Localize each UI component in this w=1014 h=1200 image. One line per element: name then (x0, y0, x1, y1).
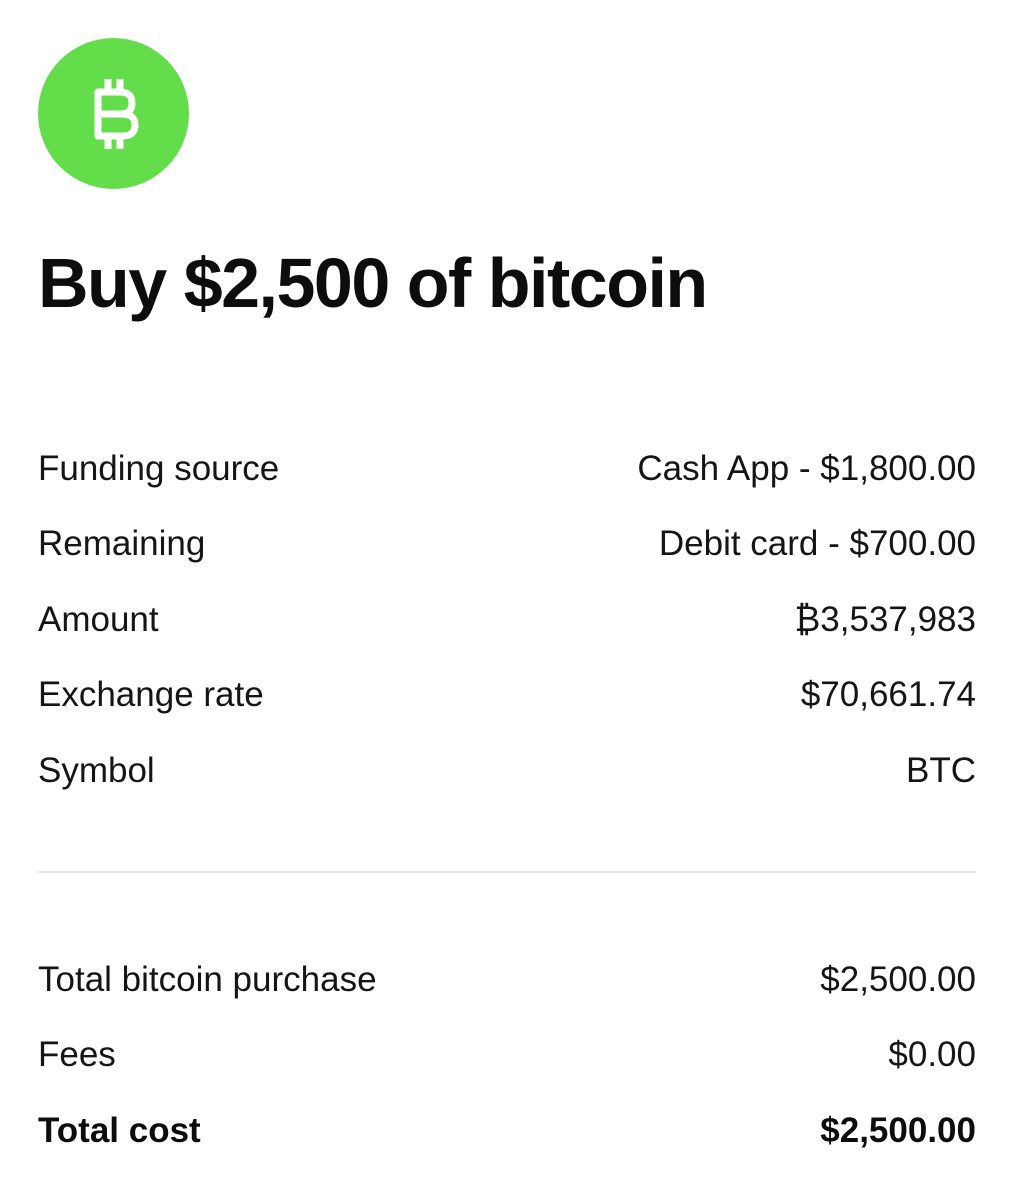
total-row-bitcoin-purchase: Total bitcoin purchase $2,500.00 (38, 942, 976, 1018)
detail-label: Exchange rate (38, 675, 264, 715)
detail-row-remaining: Remaining Debit card - $700.00 (38, 507, 976, 583)
total-value: $2,500.00 (820, 959, 976, 999)
section-divider (38, 871, 976, 873)
bitcoin-icon (94, 78, 138, 149)
totals-list: Total bitcoin purchase $2,500.00 Fees $0… (38, 942, 976, 1169)
detail-value: $70,661.74 (800, 675, 976, 715)
total-row-fees: Fees $0.00 (38, 1018, 976, 1094)
detail-label: Amount (38, 599, 159, 639)
detail-row-amount: Amount ₿3,537,983 (38, 582, 976, 658)
total-label: Total bitcoin purchase (38, 959, 377, 999)
detail-value: Cash App - $1,800.00 (637, 448, 976, 488)
detail-row-funding-source: Funding source Cash App - $1,800.00 (38, 431, 976, 507)
detail-label: Symbol (38, 750, 155, 790)
total-value: $0.00 (888, 1035, 976, 1075)
page-title: Buy $2,500 of bitcoin (38, 244, 708, 322)
detail-row-exchange-rate: Exchange rate $70,661.74 (38, 658, 976, 734)
total-label: Total cost (38, 1110, 201, 1150)
detail-label: Funding source (38, 448, 280, 488)
details-list: Funding source Cash App - $1,800.00 Rema… (38, 431, 976, 809)
detail-label: Remaining (38, 524, 206, 564)
detail-row-symbol: Symbol BTC (38, 733, 976, 809)
purchase-summary: Buy $2,500 of bitcoin Funding source Cas… (0, 0, 1014, 1200)
total-row-total-cost: Total cost $2,500.00 (38, 1093, 976, 1169)
detail-value: BTC (906, 750, 976, 790)
bitcoin-logo (38, 38, 189, 189)
detail-value: Debit card - $700.00 (658, 524, 976, 564)
total-value: $2,500.00 (820, 1110, 976, 1150)
detail-value: ₿3,537,983 (794, 599, 976, 639)
total-label: Fees (38, 1035, 116, 1075)
